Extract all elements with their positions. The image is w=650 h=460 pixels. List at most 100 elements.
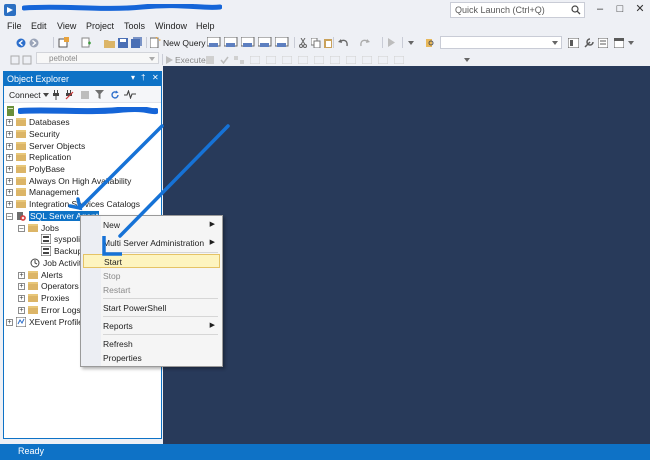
close-button[interactable]: ✕ xyxy=(630,0,650,20)
specify-values-button[interactable] xyxy=(394,53,404,66)
menu-project[interactable]: Project xyxy=(86,21,114,31)
menu-item-restart[interactable]: Restart xyxy=(83,283,220,297)
disconnect-object-explorer-button[interactable] xyxy=(65,88,74,101)
menu-tools[interactable]: Tools xyxy=(124,21,145,31)
tree-node-error-logs[interactable]: + Error Logs xyxy=(18,304,81,316)
comment-button[interactable] xyxy=(330,53,340,66)
expand-icon[interactable]: + xyxy=(6,165,13,173)
outdent-button[interactable] xyxy=(378,53,388,66)
toolbar-options-button[interactable] xyxy=(628,36,634,49)
menu-item-start[interactable]: Start xyxy=(83,254,220,268)
parse-button[interactable] xyxy=(220,53,229,66)
maximize-button[interactable]: □ xyxy=(610,0,630,20)
connect-button[interactable]: Connect xyxy=(9,88,49,101)
add-item-button[interactable] xyxy=(80,36,92,49)
menu-edit[interactable]: Edit xyxy=(31,21,47,31)
window-layout-button[interactable] xyxy=(614,36,624,49)
expand-icon[interactable]: + xyxy=(18,282,25,290)
open-file-button[interactable] xyxy=(104,36,116,49)
pin-icon[interactable]: † xyxy=(141,73,145,82)
expand-icon[interactable]: + xyxy=(6,118,13,126)
tree-node-job-syspolicy[interactable]: syspoli xyxy=(41,233,80,245)
estimated-plan-button[interactable] xyxy=(234,53,244,66)
find-button[interactable] xyxy=(425,36,435,49)
toolbar2-options-button[interactable] xyxy=(464,53,470,66)
back-button[interactable] xyxy=(16,36,26,49)
quick-launch-input[interactable]: Quick Launch (Ctrl+Q) xyxy=(450,2,585,18)
tools-button[interactable] xyxy=(584,36,594,49)
expand-icon[interactable]: + xyxy=(6,153,13,161)
refresh-button[interactable] xyxy=(110,88,120,101)
stop-button[interactable] xyxy=(81,88,89,101)
expand-icon[interactable]: + xyxy=(18,294,25,302)
collapse-icon[interactable]: – xyxy=(18,224,25,232)
expand-icon[interactable]: + xyxy=(18,306,25,314)
forward-button[interactable] xyxy=(29,36,39,49)
menu-item-properties[interactable]: Properties xyxy=(83,351,220,365)
include-plan-button[interactable] xyxy=(282,53,292,66)
activity-monitor-button[interactable] xyxy=(124,88,136,101)
query-type-button-5[interactable] xyxy=(275,36,289,49)
connect-object-explorer-button[interactable] xyxy=(52,88,60,101)
disconnect-button[interactable] xyxy=(22,53,32,66)
tree-node-integration-services[interactable]: + Integration Services Catalogs xyxy=(6,198,140,210)
find-combo-input[interactable] xyxy=(440,36,562,49)
paste-button[interactable] xyxy=(323,36,333,49)
execute-button[interactable]: Execute xyxy=(166,53,206,66)
tree-node-security[interactable]: + Security xyxy=(6,128,60,140)
panel-options-icon[interactable]: ▾ xyxy=(131,73,135,82)
menu-view[interactable]: View xyxy=(57,21,76,31)
menu-item-reports[interactable]: Reports ▶ xyxy=(83,319,220,333)
solution-config-dropdown[interactable] xyxy=(408,36,414,49)
undo-button[interactable] xyxy=(337,36,349,49)
menu-item-stop[interactable]: Stop xyxy=(83,269,220,283)
expand-icon[interactable]: + xyxy=(6,318,13,326)
available-databases-select[interactable]: pethotel xyxy=(36,52,159,64)
tree-node-operators[interactable]: + Operators xyxy=(18,280,79,292)
tree-node-polybase[interactable]: + PolyBase xyxy=(6,163,65,175)
indent-button[interactable] xyxy=(362,53,372,66)
menu-item-new[interactable]: New ▶ xyxy=(83,218,220,232)
change-connection-button[interactable] xyxy=(10,53,20,66)
solution-explorer-button[interactable] xyxy=(568,36,579,49)
redo-button[interactable] xyxy=(359,36,371,49)
minimize-button[interactable]: – xyxy=(590,0,610,20)
expand-icon[interactable]: + xyxy=(6,200,13,208)
tree-node-proxies[interactable]: + Proxies xyxy=(18,292,69,304)
collapse-icon[interactable]: – xyxy=(6,212,13,220)
results-to-text-button[interactable] xyxy=(298,53,308,66)
intellisense-button[interactable] xyxy=(266,53,276,66)
properties-button[interactable] xyxy=(598,36,608,49)
start-debugging-button[interactable] xyxy=(387,36,395,49)
tree-node-job-activity-monitor[interactable]: Job Activity xyxy=(30,257,86,269)
menu-item-start-powershell[interactable]: Start PowerShell xyxy=(83,301,220,315)
menu-file[interactable]: File xyxy=(7,21,22,31)
filter-button[interactable] xyxy=(95,88,104,101)
cut-button[interactable] xyxy=(298,36,308,49)
tree-node-job-backup[interactable]: Backup xyxy=(41,245,82,257)
save-all-button[interactable] xyxy=(131,36,143,49)
new-query-button[interactable]: New Query xyxy=(150,36,206,49)
tree-node-management[interactable]: + Management xyxy=(6,186,79,198)
menu-window[interactable]: Window xyxy=(155,21,187,31)
tree-node-databases[interactable]: + Databases xyxy=(6,116,70,128)
tree-node-replication[interactable]: + Replication xyxy=(6,151,71,163)
expand-icon[interactable]: + xyxy=(6,177,13,185)
copy-button[interactable] xyxy=(311,36,321,49)
expand-icon[interactable]: + xyxy=(18,271,25,279)
query-type-button-3[interactable] xyxy=(241,36,255,49)
expand-icon[interactable]: + xyxy=(6,188,13,196)
cancel-query-button[interactable] xyxy=(206,53,214,66)
query-type-button-1[interactable] xyxy=(207,36,221,49)
uncomment-button[interactable] xyxy=(346,53,356,66)
save-button[interactable] xyxy=(118,36,128,49)
query-type-button-2[interactable] xyxy=(224,36,238,49)
query-options-button[interactable] xyxy=(250,53,260,66)
menu-item-refresh[interactable]: Refresh xyxy=(83,337,220,351)
new-project-button[interactable] xyxy=(58,36,70,49)
query-type-button-4[interactable] xyxy=(258,36,272,49)
results-to-grid-button[interactable] xyxy=(314,53,324,66)
menu-item-multi-server-administration[interactable]: Multi Server Administration ▶ xyxy=(83,236,220,250)
expand-icon[interactable]: + xyxy=(6,142,13,150)
menu-help[interactable]: Help xyxy=(196,21,215,31)
